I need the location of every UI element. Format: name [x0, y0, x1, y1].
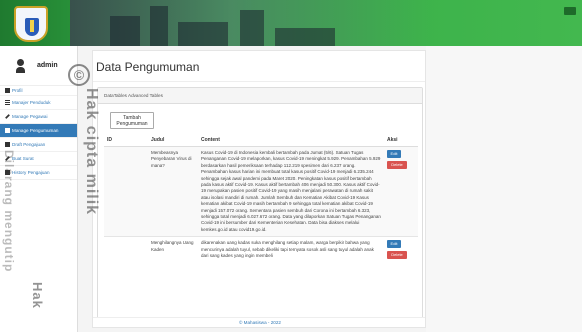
header-banner-image: [70, 0, 430, 46]
cell-actions: Edit Delete: [384, 145, 418, 237]
delete-button[interactable]: Delete: [387, 161, 407, 169]
pencil-icon: [5, 114, 10, 119]
cell-judul: Membeasnya Penyebaran Virus di mana?: [148, 145, 198, 237]
city-logo: [14, 6, 48, 42]
delete-button[interactable]: Delete: [387, 251, 407, 260]
sidebar-item-profil[interactable]: Profil: [0, 86, 77, 96]
table-row: Menghilangnya Uang Kaden dikarenakan uan…: [104, 236, 418, 267]
user-icon: [5, 88, 10, 93]
edit-button[interactable]: Edit: [387, 240, 401, 249]
list-icon: [5, 128, 10, 133]
column-header-id[interactable]: ID: [104, 134, 148, 147]
main-content: Data Pengumuman DataTables Advanced Tabl…: [92, 50, 426, 328]
edit-button[interactable]: Edit: [387, 150, 401, 158]
user-panel: admin: [0, 46, 77, 86]
user-icon: [16, 58, 25, 73]
cell-id: [104, 145, 148, 237]
list-icon: [5, 100, 10, 105]
column-header-content[interactable]: Content: [198, 134, 384, 147]
cell-id: [104, 236, 148, 267]
user-name: admin: [37, 62, 58, 69]
pencil-icon: [5, 156, 10, 161]
announcement-table: ID Judul Content Aksi Membeasnya Penyeba…: [104, 134, 418, 267]
shield-icon: [25, 18, 39, 36]
footer-copyright: © Mahasiswa - 2022: [93, 317, 425, 327]
sidebar-item-history-pengajuan[interactable]: History Pengajuan: [0, 166, 77, 180]
sidebar-item-draft-pengajuan[interactable]: Draft Pengajuan: [0, 138, 77, 152]
panel-heading: DataTables Advanced Tables: [98, 88, 422, 104]
sidebar-item-manage-pegawai[interactable]: Manage Pegawai: [0, 110, 77, 124]
table-row: Membeasnya Penyebaran Virus di mana? Kas…: [104, 145, 418, 237]
table-header-row: ID Judul Content Aksi: [104, 134, 418, 147]
divider: [93, 81, 425, 82]
page-title: Data Pengumuman: [96, 60, 200, 74]
sidebar-item-buat-surat[interactable]: Buat Surat: [0, 152, 77, 166]
sidebar-item-manage-pengumuman[interactable]: Manage Pengumuman: [0, 124, 77, 138]
cell-judul: Menghilangnya Uang Kaden: [148, 236, 198, 267]
header-menu-button[interactable]: [564, 7, 576, 15]
empty-area: [426, 46, 582, 332]
sidebar-item-manajer-penduduk[interactable]: Manajer Penduduk: [0, 96, 77, 110]
sidebar: admin Profil Manajer Penduduk Manage Peg…: [0, 46, 78, 332]
table-icon: [5, 170, 10, 175]
top-header: [0, 0, 582, 46]
cell-actions: Edit Delete: [384, 236, 418, 267]
table-icon: [5, 142, 10, 147]
data-panel: DataTables Advanced Tables Tambah Pengum…: [97, 87, 423, 319]
column-header-aksi[interactable]: Aksi: [384, 134, 418, 147]
cell-content: Kasus Covid-19 di Indonesia kembali bert…: [198, 145, 384, 237]
cell-content: dikarenakan uang kadas suka menghilang s…: [198, 236, 384, 267]
add-announcement-button[interactable]: Tambah Pengumuman: [110, 112, 154, 129]
column-header-judul[interactable]: Judul: [148, 134, 198, 147]
